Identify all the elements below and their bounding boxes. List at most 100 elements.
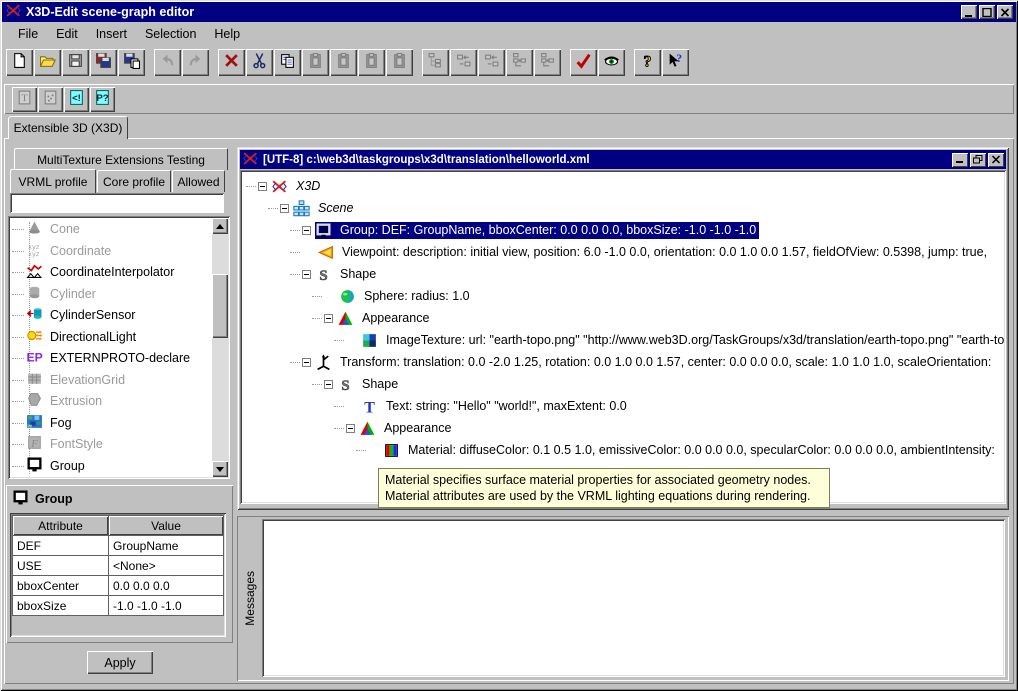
palette-item-fog[interactable]: Fog — [12, 414, 72, 432]
attribute-value-cell[interactable]: 0.0 0.0 0.0 — [109, 576, 224, 596]
tree-node-content[interactable]: Appearance — [359, 420, 454, 437]
close-button[interactable] — [997, 5, 1013, 19]
redo-button[interactable] — [182, 49, 209, 76]
maximize-button[interactable] — [979, 5, 995, 19]
paste-import-button[interactable] — [358, 49, 385, 76]
open-file-button[interactable] — [34, 49, 61, 76]
collapse-toggle-icon[interactable] — [324, 380, 333, 389]
tab-multitexture-extensions[interactable]: MultiTexture Extensions Testing — [14, 148, 228, 170]
tab-extensible-3d[interactable]: Extensible 3D (X3D) — [8, 116, 128, 139]
tab-vrml-profile[interactable]: VRML profile — [10, 169, 96, 193]
attribute-column-header[interactable]: Attribute — [13, 516, 109, 536]
tab-allowed[interactable]: Allowed — [172, 170, 225, 192]
insert-text-node-button[interactable]: T — [12, 87, 37, 112]
tree-node-transform[interactable]: Transform: translation: 0.0 -2.0 1.25, r… — [290, 352, 994, 372]
tree-node-appearance[interactable]: Appearance — [312, 308, 432, 328]
tree-node-content[interactable]: X3D — [271, 178, 323, 195]
tree-node-content[interactable]: Viewpoint: description: initial view, po… — [317, 244, 990, 261]
menu-edit[interactable]: Edit — [48, 25, 86, 43]
insert-processing-instruction-button[interactable]: P? — [90, 87, 115, 112]
frame-close-button[interactable] — [988, 153, 1004, 167]
paste-swap-button[interactable] — [330, 49, 357, 76]
collapse-toggle-icon[interactable] — [280, 204, 289, 213]
tree-node-content[interactable]: TText: string: "Hello" "world!", maxExte… — [361, 398, 630, 415]
tree-node-group[interactable]: Group: DEF: GroupName, bboxCenter: 0.0 0… — [290, 220, 759, 240]
palette-item-directionallight[interactable]: DirectionalLight — [12, 328, 136, 346]
move-node-left-button[interactable] — [478, 49, 505, 76]
tree-node-content[interactable]: SShape — [337, 376, 401, 393]
paste-special-button[interactable] — [386, 49, 413, 76]
collapse-toggle-icon[interactable] — [302, 270, 311, 279]
copy-button[interactable] — [274, 49, 301, 76]
tree-node-viewpoint[interactable]: Viewpoint: description: initial view, po… — [290, 242, 990, 262]
tree-node-scene[interactable]: Scene — [268, 198, 356, 218]
tree-node-x3d[interactable]: X3D — [246, 176, 323, 196]
preview-scene-button[interactable] — [598, 49, 625, 76]
tab-core-profile[interactable]: Core profile — [97, 170, 171, 192]
attribute-value-cell[interactable]: <None> — [109, 556, 224, 576]
tree-node-sphere[interactable]: Sphere: radius: 1.0 — [312, 286, 473, 306]
validate-button[interactable] — [570, 49, 597, 76]
menu-file[interactable]: File — [10, 25, 46, 43]
tree-node-shape[interactable]: SShape — [290, 264, 379, 284]
help-button[interactable]: ? — [634, 49, 661, 76]
save-copy-button[interactable] — [118, 49, 145, 76]
tree-node-content[interactable]: Appearance — [337, 310, 432, 327]
scrollbar-thumb[interactable] — [212, 274, 228, 338]
attribute-name-cell[interactable]: bboxCenter — [13, 576, 109, 596]
scroll-up-button[interactable] — [212, 218, 228, 234]
context-help-button[interactable]: ? — [662, 49, 689, 76]
tree-node-appearance[interactable]: Appearance — [334, 418, 454, 438]
insert-cdata-button[interactable] — [38, 87, 63, 112]
attribute-name-cell[interactable]: USE — [13, 556, 109, 576]
tree-node-content[interactable]: ImageTexture: url: "earth-topo.png" "htt… — [361, 332, 1006, 349]
palette-item-externproto-declare[interactable]: EPEXTERNPROTO-declare — [12, 349, 190, 367]
save-button[interactable] — [62, 49, 89, 76]
value-column-header[interactable]: Value — [109, 516, 224, 536]
attribute-value-cell[interactable]: -1.0 -1.0 -1.0 — [109, 596, 224, 616]
scroll-down-button[interactable] — [212, 461, 228, 477]
attribute-name-cell[interactable]: bboxSize — [13, 596, 109, 616]
tree-node-text[interactable]: TText: string: "Hello" "world!", maxExte… — [334, 396, 630, 416]
append-node-button[interactable] — [534, 49, 561, 76]
collapse-toggle-icon[interactable] — [346, 424, 355, 433]
palette-item-coordinateinterpolator[interactable]: CoordinateInterpolator — [12, 263, 174, 281]
paste-button[interactable] — [302, 49, 329, 76]
save-all-button[interactable] — [90, 49, 117, 76]
insert-comment-button[interactable]: <! — [64, 87, 89, 112]
palette-item-group[interactable]: Group — [12, 457, 85, 475]
frame-minimize-button[interactable] — [952, 153, 968, 167]
tree-node-content[interactable]: SShape — [315, 266, 379, 283]
cut-button[interactable] — [246, 49, 273, 76]
attribute-name-cell[interactable]: DEF — [13, 536, 109, 556]
menu-insert[interactable]: Insert — [88, 25, 135, 43]
attribute-value-cell[interactable]: GroupName — [109, 536, 224, 556]
tree-node-content[interactable]: Scene — [293, 200, 356, 217]
messages-tab[interactable]: Messages — [240, 519, 260, 678]
apply-button[interactable]: Apply — [87, 651, 153, 674]
tree-node-content[interactable]: Group: DEF: GroupName, bboxCenter: 0.0 0… — [315, 222, 759, 239]
tree-node-content[interactable]: Material: diffuseColor: 0.1 0.5 1.0, emi… — [383, 442, 998, 459]
tree-node-shape[interactable]: SShape — [312, 374, 401, 394]
move-node-up-button[interactable] — [450, 49, 477, 76]
node-list-scrollbar[interactable] — [212, 218, 228, 477]
expand-tree-button[interactable] — [422, 49, 449, 76]
node-filter-input[interactable] — [10, 193, 224, 213]
new-document-button[interactable] — [6, 49, 33, 76]
collapse-toggle-icon[interactable] — [302, 358, 311, 367]
tree-node-imagetexture[interactable]: ImageTexture: url: "earth-topo.png" "htt… — [334, 330, 1006, 350]
join-nodes-button[interactable] — [506, 49, 533, 76]
tree-node-content[interactable]: Transform: translation: 0.0 -2.0 1.25, r… — [315, 354, 994, 371]
menu-selection[interactable]: Selection — [137, 25, 204, 43]
minimize-button[interactable] — [961, 5, 977, 19]
palette-item-cylindersensor[interactable]: CylinderSensor — [12, 306, 135, 324]
tree-node-material[interactable]: Material: diffuseColor: 0.1 0.5 1.0, emi… — [356, 440, 998, 460]
undo-button[interactable] — [154, 49, 181, 76]
menu-help[interactable]: Help — [206, 25, 248, 43]
tree-node-content[interactable]: Sphere: radius: 1.0 — [339, 288, 473, 305]
frame-restore-button[interactable] — [970, 153, 986, 167]
editor-frame-titlebar[interactable]: [UTF-8] c:\web3d\taskgroups\x3d\translat… — [240, 150, 1006, 169]
collapse-toggle-icon[interactable] — [302, 226, 311, 235]
messages-output[interactable] — [262, 519, 1005, 677]
collapse-toggle-icon[interactable] — [258, 182, 267, 191]
